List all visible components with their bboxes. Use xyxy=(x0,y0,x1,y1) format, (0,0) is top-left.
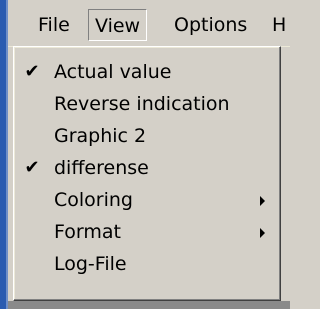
submenu-arrow-icon xyxy=(260,196,265,206)
checkmark-icon: ✔ xyxy=(24,157,40,178)
menu-view[interactable]: View xyxy=(88,9,148,41)
menu-item-actual-value[interactable]: ✔ Actual value xyxy=(14,57,280,87)
menu-item-reverse-indication[interactable]: Reverse indication xyxy=(14,89,280,119)
menu-item-label: Graphic 2 xyxy=(54,125,147,147)
menu-options[interactable]: Options xyxy=(168,9,253,41)
view-dropdown-menu: ✔ Actual value Reverse indication Graphi… xyxy=(13,46,281,301)
menu-help-truncated[interactable]: H xyxy=(266,9,306,41)
menu-item-coloring[interactable]: Coloring xyxy=(14,185,280,215)
menu-item-label: Actual value xyxy=(54,61,172,83)
menu-item-differense[interactable]: ✔ differense xyxy=(14,153,280,183)
menu-item-graphic-2[interactable]: Graphic 2 xyxy=(14,121,280,151)
menu-item-label: Format xyxy=(54,221,121,243)
checkmark-icon: ✔ xyxy=(24,61,40,82)
menu-item-label: differense xyxy=(54,157,149,179)
menu-file[interactable]: File xyxy=(32,9,76,41)
menu-item-format[interactable]: Format xyxy=(14,217,280,247)
window-left-edge xyxy=(0,0,8,309)
menu-item-log-file[interactable]: Log-File xyxy=(14,249,280,279)
menu-bar: File View Options H xyxy=(8,0,290,47)
menu-item-label: Coloring xyxy=(54,189,133,211)
window-background-strip xyxy=(8,301,290,309)
menu-item-label: Log-File xyxy=(54,253,127,275)
submenu-arrow-icon xyxy=(260,228,265,238)
menu-item-label: Reverse indication xyxy=(54,93,230,115)
